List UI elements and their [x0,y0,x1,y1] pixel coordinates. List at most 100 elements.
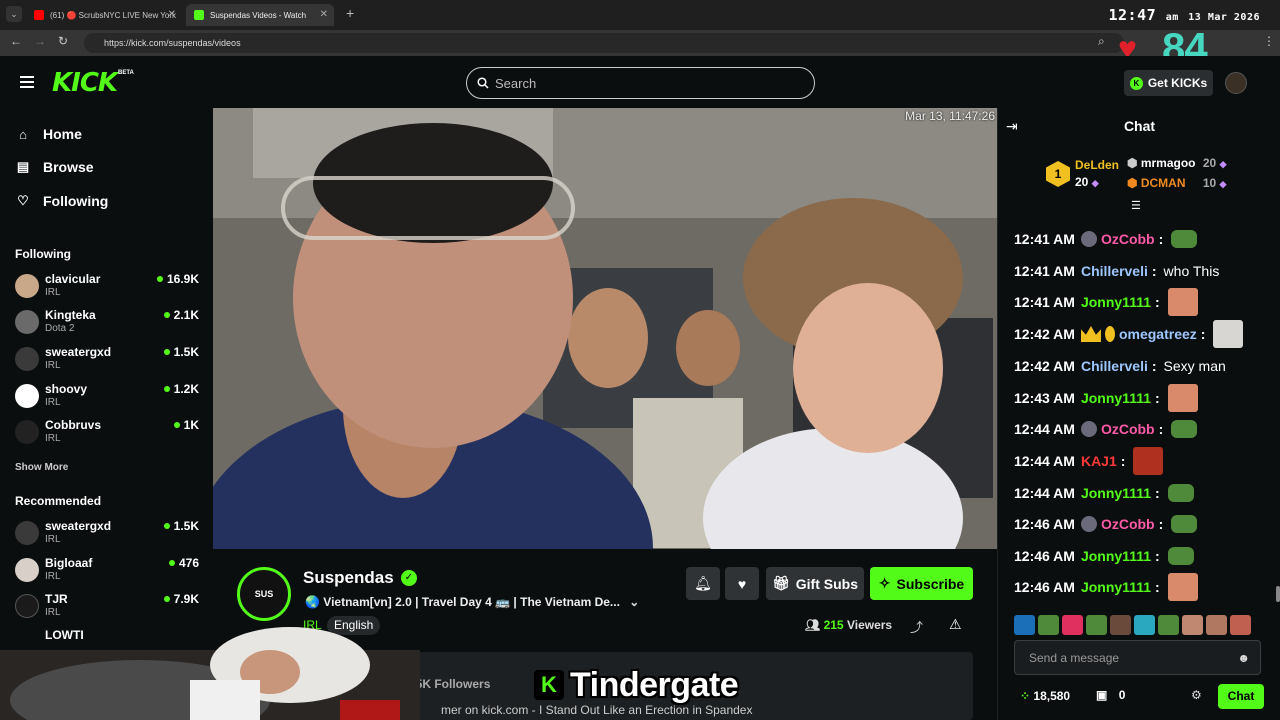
message-username[interactable]: OzCobb [1101,421,1155,437]
pepe-emote-icon [1167,484,1194,502]
channel-name: Bigloaaf [45,556,93,570]
gift-subs-label: Gift Subs [795,575,858,592]
share-icon[interactable]: ⤴ [910,617,923,636]
kick-logo[interactable]: KICK [52,68,118,98]
avatar [15,274,39,298]
chat-input[interactable] [1029,650,1229,665]
message-username[interactable]: KAJ1 [1081,453,1117,469]
stream-title-text: 🌏 Vietnam[vn] 2.0 | Travel Day 4 🚌 | The… [305,595,620,609]
pinned-toggle-icon[interactable]: ☰ [1131,199,1141,212]
emote-icon[interactable] [1230,615,1251,635]
emote-icon[interactable] [1110,615,1131,635]
user-badge-icon [1080,516,1097,532]
following-channel[interactable]: clavicular IRL 16.9K [15,272,201,302]
recommended-channel[interactable]: Bigloaaf IRL 476 [15,556,201,586]
new-tab-button[interactable]: + [346,5,354,21]
browser-tab-suspendas[interactable]: Suspendas Videos - Watch ✕ [186,4,334,26]
notification-bell-button[interactable]: 🔔︎ [686,567,720,600]
channel-name: Kingteka [45,308,96,322]
emoji-icon[interactable]: ☻ [1237,651,1250,665]
follow-button[interactable]: ♥ [725,567,759,600]
message-username[interactable]: Chillerveli [1081,263,1148,279]
close-tab-icon[interactable]: ✕ [320,9,328,20]
message-username[interactable]: OzCobb [1101,231,1155,247]
sidebar-item-following[interactable]: ♡ Following [16,193,108,209]
pepe-emote-icon [1167,547,1194,565]
report-icon[interactable]: ⚠ [949,616,962,633]
subscribe-button[interactable]: ✧ Subscribe [870,567,973,600]
chat-input-box[interactable]: ☻ [1014,640,1261,675]
channel-points[interactable]: ⁘ 18,580 [1020,689,1070,703]
video-player[interactable]: Mar 13, 11:47:26 [213,108,997,549]
clock-overlay: 12:47 am 13 Mar 2026 [1109,6,1261,24]
drops-value: 0 [1118,688,1126,702]
search-bar[interactable] [466,67,815,99]
emote-icon[interactable] [1134,615,1155,635]
streamer-name[interactable]: Suspendas [303,568,394,588]
chat-message: 12:43 AM Jonny1111: [1014,384,1198,412]
emote-icon[interactable] [1038,615,1059,635]
channel-name: sweatergxd [45,345,112,359]
browser-menu-icon[interactable]: ⋮ [1263,34,1275,48]
following-channel[interactable]: Kingteka Dota 2 2.1K [15,308,201,338]
message-username[interactable]: Jonny1111 [1081,579,1151,595]
sidebar-item-browse[interactable]: ▤ Browse [16,159,94,175]
zoom-icon[interactable]: ⌕ [1098,34,1105,49]
url-field[interactable]: https://kick.com/suspendas/videos [84,33,1124,53]
message-timestamp: 12:43 AM [1014,390,1075,406]
message-username[interactable]: Jonny1111 [1081,390,1151,406]
emote-icon[interactable] [1158,615,1179,635]
forward-icon[interactable]: → [34,34,46,48]
channel-category: IRL [45,287,61,298]
emote-icon[interactable] [1086,615,1107,635]
sidebar-item-label: Browse [43,159,94,175]
recommended-channel[interactable]: sweatergxd IRL 1.5K [15,519,201,549]
emote-icon[interactable] [1182,615,1203,635]
gear-icon[interactable]: ⚙ [1191,688,1202,702]
leaderboard-entry[interactable]: ⬢ DCMAN 10 ◆ [1127,176,1226,190]
leaderboard-name[interactable]: DeLden [1075,158,1119,172]
user-avatar[interactable] [1225,72,1247,94]
clock-date: 13 Mar 2026 [1188,12,1260,23]
subscribe-label: Subscribe [896,575,965,592]
rank-badge: 1 [1046,161,1070,187]
following-channel[interactable]: Cobbruvs IRL 1K [15,418,201,448]
sidebar-item-home[interactable]: ⌂ Home [16,126,82,142]
chat-scrollbar[interactable] [1276,586,1280,602]
show-more-link[interactable]: Show More [15,462,68,473]
back-icon[interactable]: ← [10,34,22,48]
drops-counter[interactable]: ▣ 0 [1096,688,1125,702]
gift-subs-button[interactable]: 🎁︎ Gift Subs [766,567,864,600]
chat-message: 12:41 AM Chillerveli: who This [1014,258,1219,284]
following-channel[interactable]: sweatergxd IRL 1.5K [15,345,201,375]
message-username[interactable]: Jonny1111 [1081,548,1151,564]
stream-overlay-title: K Tindergate [534,665,739,705]
leaderboard-entry[interactable]: ⬢ mrmagoo 20 ◆ [1127,156,1226,170]
message-username[interactable]: Chillerveli [1081,358,1148,374]
search-input[interactable] [495,75,795,91]
rank-2-icon: ⬢ [1127,156,1138,170]
live-dot-icon [168,560,175,566]
menu-icon[interactable] [20,76,34,88]
tab-search-button[interactable]: ⌄ [6,6,22,22]
chat-send-button[interactable]: Chat [1218,684,1264,709]
get-kicks-button[interactable]: K Get KICKs [1124,70,1213,96]
leaderboard-name: DCMAN [1140,176,1186,190]
close-tab-icon[interactable]: ✕ [168,9,176,20]
following-channel[interactable]: shoovy IRL 1.2K [15,382,201,412]
emote-icon[interactable] [1062,615,1083,635]
message-separator: : [1155,390,1160,406]
expand-title-icon[interactable]: ⌄ [629,595,639,609]
message-timestamp: 12:46 AM [1014,548,1075,564]
video-timestamp: Mar 13, 11:47:26 [905,109,995,123]
browser-address-bar: ← → ↻ https://kick.com/suspendas/videos … [0,30,1280,56]
message-username[interactable]: Jonny1111 [1081,294,1151,310]
emote-icon[interactable] [1206,615,1227,635]
reload-icon[interactable]: ↻ [58,34,68,48]
browser-tab-scrubsnyc[interactable]: (61) 🔴 ScrubsNYC LIVE New York ✕ [26,4,182,26]
message-username[interactable]: Jonny1111 [1081,485,1151,501]
get-kicks-label: Get KICKs [1147,76,1208,90]
message-username[interactable]: OzCobb [1101,516,1155,532]
message-username[interactable]: omegatreez [1119,326,1197,342]
emote-icon[interactable] [1014,615,1035,635]
